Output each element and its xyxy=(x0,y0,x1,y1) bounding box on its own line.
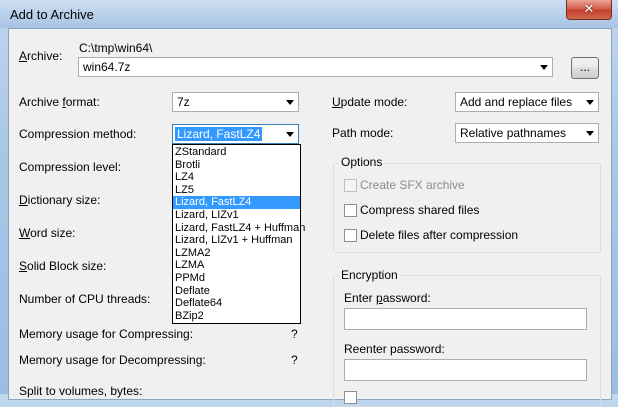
path-mode-value: Relative pathnames xyxy=(460,126,567,140)
compression-method-option[interactable]: LZ5 xyxy=(173,184,300,197)
chevron-down-icon xyxy=(586,131,594,136)
dictionary-size-label: Dictionary size: xyxy=(19,193,101,207)
archive-format-value: 7z xyxy=(177,95,190,109)
archive-name-value: win64.7z xyxy=(83,60,131,74)
reenter-password-field[interactable] xyxy=(344,359,587,381)
word-size-label: Word size: xyxy=(19,226,76,240)
compression-method-option[interactable]: Deflate xyxy=(173,285,300,298)
create-sfx-checkbox[interactable] xyxy=(344,179,357,192)
compression-method-option[interactable]: Lizard, LIZv1 + Huffman xyxy=(173,234,300,247)
memory-compress-label: Memory usage for Compressing: xyxy=(19,327,194,341)
compression-method-dropdown[interactable]: ZStandard Brotli LZ4 LZ5 Lizard, FastLZ4 Liza… xyxy=(172,144,305,325)
archive-format-label: Archive format: xyxy=(19,95,100,109)
chevron-down-icon xyxy=(286,100,294,105)
encryption-group-title: Encryption xyxy=(338,268,401,282)
split-volumes-label: Split to volumes, bytes: xyxy=(19,384,143,398)
close-icon: ✕ xyxy=(583,2,595,17)
compression-method-option[interactable]: Deflate64 xyxy=(173,297,300,310)
compression-method-combo[interactable]: Lizard, FastLZ4 xyxy=(172,124,299,144)
compression-method-option[interactable]: Lizard, FastLZ4 + Huffman xyxy=(173,222,305,235)
reenter-password-label: Reenter password: xyxy=(344,342,445,356)
compression-method-label: Compression method: xyxy=(19,127,137,141)
compress-shared-label: Compress shared files xyxy=(360,203,480,217)
enter-password-field[interactable] xyxy=(344,308,587,330)
compression-method-option[interactable]: ZStandard xyxy=(173,146,300,159)
solid-block-label: Solid Block size: xyxy=(19,259,107,273)
archive-format-combo[interactable]: 7z xyxy=(172,92,299,112)
update-mode-value: Add and replace files xyxy=(460,95,573,109)
path-mode-combo[interactable]: Relative pathnames xyxy=(455,123,599,143)
compress-shared-checkbox[interactable] xyxy=(344,204,357,217)
compression-method-option[interactable]: BZip2 xyxy=(173,310,300,323)
options-group-title: Options xyxy=(338,155,386,169)
window-title: Add to Archive xyxy=(10,7,94,22)
update-mode-combo[interactable]: Add and replace files xyxy=(455,92,599,112)
compression-method-option[interactable]: LZ4 xyxy=(173,171,300,184)
archive-path: C:\tmp\win64\ xyxy=(79,41,153,55)
memory-compress-value: ? xyxy=(291,327,298,341)
path-mode-label: Path mode: xyxy=(332,126,394,140)
compression-method-option[interactable]: Brotli xyxy=(173,159,300,172)
memory-decompress-label: Memory usage for Decompressing: xyxy=(19,353,206,367)
compression-method-option[interactable]: PPMd xyxy=(173,272,300,285)
archive-name-combo[interactable]: win64.7z xyxy=(78,57,553,77)
compression-method-option[interactable]: LZMA2 xyxy=(173,247,300,260)
delete-after-checkbox[interactable] xyxy=(344,229,357,242)
chevron-down-icon xyxy=(540,65,548,70)
update-mode-label: Update mode: xyxy=(332,95,408,109)
show-password-checkbox[interactable] xyxy=(344,391,357,404)
compression-method-option[interactable]: Lizard, FastLZ4 xyxy=(173,196,300,209)
dialog-body: Archive: C:\tmp\win64\ win64.7z ... Arch… xyxy=(8,28,612,407)
title-bar: Add to Archive ✕ xyxy=(0,0,618,28)
close-button[interactable]: ✕ xyxy=(566,0,612,20)
compression-level-label: Compression level: xyxy=(19,160,122,174)
enter-password-label: Enter password: xyxy=(344,291,431,305)
compression-method-option[interactable]: LZMA xyxy=(173,259,300,272)
browse-button[interactable]: ... xyxy=(571,57,599,79)
compression-method-option[interactable]: Lizard, LIZv1 xyxy=(173,209,300,222)
archive-label: Archive: xyxy=(19,49,63,63)
chevron-down-icon xyxy=(586,100,594,105)
cpu-threads-label: Number of CPU threads: xyxy=(19,292,151,306)
chevron-down-icon xyxy=(286,132,294,137)
compression-method-value: Lizard, FastLZ4 xyxy=(175,127,263,141)
create-sfx-label: Create SFX archive xyxy=(360,178,465,192)
delete-after-label: Delete files after compression xyxy=(360,228,519,242)
memory-decompress-value: ? xyxy=(291,353,298,367)
